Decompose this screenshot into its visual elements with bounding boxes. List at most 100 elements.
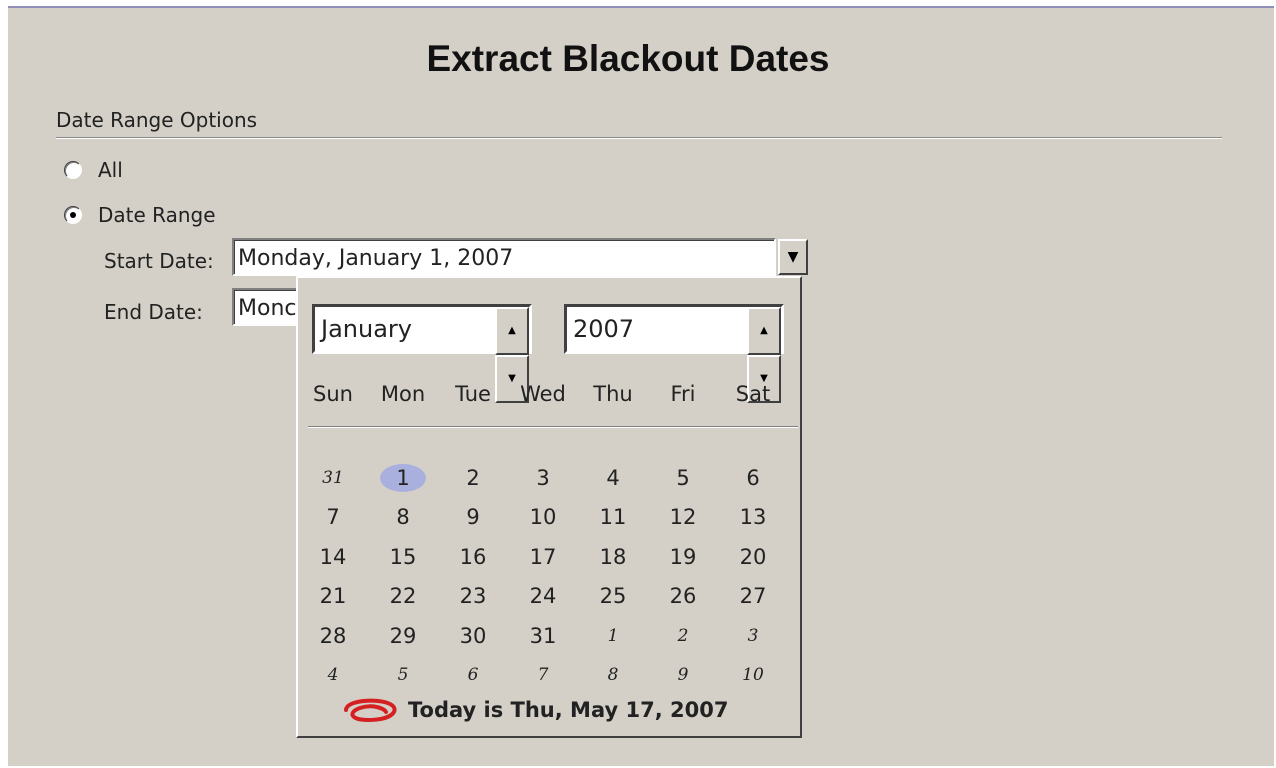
calendar-day-number: 22: [389, 584, 417, 609]
calendar-day[interactable]: 8: [368, 505, 438, 529]
calendar-day-other-month[interactable]: 1: [578, 626, 648, 646]
calendar-day[interactable]: 11: [578, 505, 648, 529]
calendar-day[interactable]: 28: [298, 624, 368, 648]
calendar-day-other-month[interactable]: 3: [718, 626, 788, 646]
calendar-day[interactable]: 13: [718, 505, 788, 529]
calendar-popup: January ▲ ▼ 2007 ▲ ▼ Sun Mon Tue Wed Thu Fri S…: [296, 276, 802, 738]
calendar-day-number: 4: [327, 665, 339, 686]
calendar-day-number: 26: [669, 584, 697, 609]
calendar-day-number: 10: [742, 665, 764, 686]
start-date-dropdown-button[interactable]: ▼: [778, 239, 808, 275]
calendar-day-number: 20: [739, 544, 767, 569]
calendar-day-other-month[interactable]: 31: [298, 468, 368, 488]
calendar-day-number: 30: [459, 623, 487, 648]
calendar-day[interactable]: 5: [648, 466, 718, 490]
calendar-day[interactable]: 27: [718, 584, 788, 608]
calendar-day-number: 7: [326, 505, 340, 530]
calendar-day-number: 23: [459, 584, 487, 609]
calendar-week-row: 28 29 30 31 1 2 3: [298, 616, 804, 656]
today-text: Today is Thu, May 17, 2007: [408, 698, 729, 722]
month-value: January: [321, 315, 412, 343]
calendar-day[interactable]: 3: [508, 466, 578, 490]
calendar-week-row: 31 1 2 3 4 5 6: [298, 458, 804, 498]
calendar-day-number: 8: [607, 665, 619, 686]
section-divider: [56, 137, 1222, 139]
up-arrow-icon: ▲: [760, 325, 768, 336]
calendar-day-number: 16: [459, 544, 487, 569]
calendar-day-number: 1: [607, 625, 619, 646]
calendar-divider: [308, 426, 798, 428]
radio-all-row[interactable]: All: [64, 158, 123, 182]
today-circle-icon: [344, 698, 397, 723]
calendar-day-other-month[interactable]: 6: [438, 665, 508, 685]
calendar-day[interactable]: 29: [368, 624, 438, 648]
calendar-day[interactable]: 14: [298, 545, 368, 569]
calendar-day-other-month[interactable]: 7: [508, 665, 578, 685]
calendar-day[interactable]: 22: [368, 584, 438, 608]
page-title: Extract Blackout Dates: [426, 38, 830, 79]
month-up-button[interactable]: ▲: [495, 307, 529, 355]
calendar-day-number: 18: [599, 544, 627, 569]
calendar-day-number: 2: [677, 625, 689, 646]
start-date-input[interactable]: Monday, January 1, 2007: [232, 238, 776, 276]
calendar-day-number: 31: [529, 623, 557, 648]
calendar-day[interactable]: 18: [578, 545, 648, 569]
calendar-week-row: 7 8 9 10 11 12 13: [298, 498, 804, 538]
weekday-header: Sun Mon Tue Wed Thu Fri Sat: [298, 382, 804, 406]
calendar-day[interactable]: 10: [508, 505, 578, 529]
calendar-day-other-month[interactable]: 9: [648, 665, 718, 685]
calendar-day-selected[interactable]: 1: [368, 463, 438, 492]
calendar-day-number: 14: [319, 544, 347, 569]
radio-all[interactable]: [64, 161, 82, 179]
calendar-day[interactable]: 6: [718, 466, 788, 490]
weekday-label: Fri: [670, 382, 696, 406]
calendar-day-other-month[interactable]: 2: [648, 626, 718, 646]
calendar-day-other-month[interactable]: 8: [578, 665, 648, 685]
calendar-day[interactable]: 7: [298, 505, 368, 529]
calendar-day[interactable]: 30: [438, 624, 508, 648]
calendar-day-number: 28: [319, 623, 347, 648]
calendar-day-number: 24: [529, 584, 557, 609]
calendar-day-number: 3: [536, 465, 550, 490]
calendar-day[interactable]: 12: [648, 505, 718, 529]
calendar-day[interactable]: 20: [718, 545, 788, 569]
month-spinner[interactable]: January ▲ ▼: [312, 304, 532, 403]
radio-date-range-label: Date Range: [98, 203, 216, 227]
calendar-day-number: 5: [397, 665, 409, 686]
calendar-day-number: 13: [739, 505, 767, 530]
calendar-day-number: 3: [747, 625, 759, 646]
calendar-day[interactable]: 15: [368, 545, 438, 569]
calendar-day[interactable]: 23: [438, 584, 508, 608]
start-date-label: Start Date:: [104, 249, 214, 273]
year-up-button[interactable]: ▲: [747, 307, 781, 355]
calendar-week-row: 14 15 16 17 18 19 20: [298, 537, 804, 577]
calendar-day[interactable]: 26: [648, 584, 718, 608]
calendar-day[interactable]: 2: [438, 466, 508, 490]
calendar-day-other-month[interactable]: 10: [718, 665, 788, 685]
calendar-day-other-month[interactable]: 4: [298, 665, 368, 685]
calendar-day-number: 8: [396, 505, 410, 530]
year-spinner[interactable]: 2007 ▲ ▼: [564, 304, 784, 403]
weekday-label: Thu: [593, 382, 633, 406]
calendar-week-row: 4 5 6 7 8 9 10: [298, 656, 804, 696]
calendar-day[interactable]: 24: [508, 584, 578, 608]
calendar-day[interactable]: 25: [578, 584, 648, 608]
radio-all-label: All: [98, 158, 123, 182]
end-date-label: End Date:: [104, 300, 203, 324]
calendar-day[interactable]: 17: [508, 545, 578, 569]
calendar-day-number: 11: [599, 505, 627, 530]
calendar-day[interactable]: 4: [578, 466, 648, 490]
calendar-day-number: 1: [380, 463, 426, 492]
calendar-day[interactable]: 19: [648, 545, 718, 569]
calendar-day[interactable]: 31: [508, 624, 578, 648]
radio-date-range-row[interactable]: Date Range: [64, 203, 216, 227]
today-link[interactable]: Today is Thu, May 17, 2007: [338, 696, 728, 724]
calendar-day[interactable]: 21: [298, 584, 368, 608]
calendar-day[interactable]: 9: [438, 505, 508, 529]
weekday-label: Sun: [313, 382, 353, 406]
radio-date-range[interactable]: [64, 206, 82, 224]
calendar-day[interactable]: 16: [438, 545, 508, 569]
calendar-day-other-month[interactable]: 5: [368, 665, 438, 685]
calendar-day-number: 19: [669, 544, 697, 569]
calendar-day-number: 15: [389, 544, 417, 569]
